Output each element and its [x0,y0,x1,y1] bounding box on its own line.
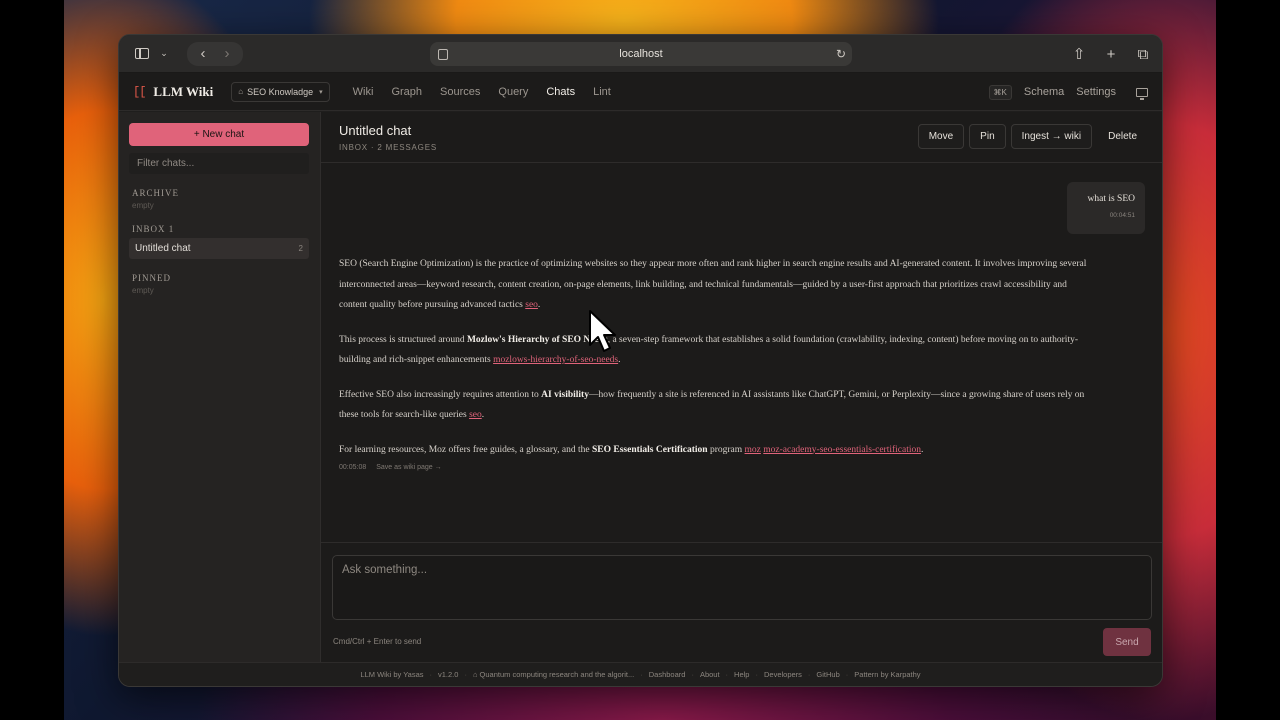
assistant-message: SEO (Search Engine Optimization) is the … [339,254,1089,474]
footer-credit[interactable]: LLM Wiki by Yasas [360,670,423,679]
tab-chats[interactable]: Chats [537,73,584,111]
forward-icon[interactable]: › [217,43,237,65]
answer-text: program [709,444,743,455]
new-tab-icon[interactable]: + [1102,43,1120,65]
footer-karpathy-link[interactable]: Pattern by Karpathy [854,670,920,679]
save-as-wiki-link[interactable]: Save as wiki page → [376,464,441,471]
answer-text: This process is structured around [339,334,465,345]
user-message: what is SEO 00:04:51 [1067,182,1145,234]
mouse-cursor-icon [589,310,616,352]
composer-hint: Cmd/Ctrl + Enter to send [333,637,422,646]
answer-bold-text: Mozlow's Hierarchy of SEO Needs [466,334,608,345]
message-input[interactable] [332,555,1152,620]
app-footer: LLM Wiki by Yasas · v1.2.0 · ⌂ Quantum com… [119,662,1162,686]
delete-button[interactable]: Delete [1097,124,1148,149]
tab-query[interactable]: Query [489,73,537,111]
answer-paragraph-4: For learning resources, Moz offers free … [339,444,924,455]
app-name[interactable]: LLM Wiki [153,84,213,100]
footer-dashboard-link[interactable]: Dashboard [649,670,686,679]
group-empty-pinned: empty [132,286,154,295]
new-chat-button[interactable]: + New chat [129,123,309,146]
browser-window: ⌄ ‹ › localhost ↻ ⇧ + ⧉ [[ LLM Wiki ⌂ SE… [118,34,1163,687]
browser-toolbar: ⌄ ‹ › localhost ↻ ⇧ + ⧉ [119,35,1162,73]
chat-item-label: Untitled chat [135,243,191,254]
footer-help-link[interactable]: Help [734,670,749,679]
answer-text: SEO (Search Engine Optimization) is the … [339,259,1087,310]
logo-icon: [[ [133,84,146,99]
user-message-time: 00:04:51 [1109,212,1135,219]
display-icon[interactable] [1136,87,1148,100]
answer-bold-text: AI visibility [541,389,589,400]
address-bar[interactable]: localhost ↻ [430,42,852,66]
chevron-down-icon[interactable]: ⌄ [157,43,171,65]
user-message-text: what is SEO [1087,194,1136,204]
url-text: localhost [619,48,663,60]
citation-link[interactable]: seo [525,300,538,310]
back-icon[interactable]: ‹ [193,43,213,65]
history-nav: ‹ › [187,41,243,66]
footer-version: v1.2.0 [438,670,459,679]
chat-item-count: 2 [298,244,303,253]
tabs-icon[interactable]: ⧉ [1134,43,1152,65]
group-title-archive[interactable]: ARCHIVE [129,188,310,198]
ingest-button[interactable]: Ingest → wiki [1010,124,1093,149]
assistant-message-time: 00:05:08 [339,464,367,471]
footer-github-link[interactable]: GitHub [816,670,839,679]
chat-sidebar: + New chat ARCHIVE empty INBOX 1 Untitle… [119,112,321,662]
answer-bold-text: SEO Essentials Certification [592,444,708,455]
chat-panel: Untitled chat INBOX · 2 MESSAGES Move Pi… [321,112,1162,662]
group-empty-archive: empty [132,201,154,210]
letterbox-right [1216,0,1280,720]
chat-list-item[interactable]: Untitled chat 2 [129,238,309,259]
answer-paragraph-2: This process is structured around Mozlow… [339,334,1078,366]
share-icon[interactable]: ⇧ [1070,43,1088,65]
tab-graph[interactable]: Graph [382,73,431,111]
letterbox-left [0,0,64,720]
move-button[interactable]: Move [917,124,965,149]
footer-developers-link[interactable]: Developers [764,670,802,679]
tab-sources[interactable]: Sources [431,73,489,111]
citation-link[interactable]: moz [745,445,761,455]
footer-about-link[interactable]: About [700,670,720,679]
citation-link[interactable]: mozlows-hierarchy-of-seo-needs [493,355,618,365]
chevron-down-icon: ▾ [319,88,323,96]
answer-text: For learning resources, Moz offers free … [339,444,590,455]
chat-header: Untitled chat INBOX · 2 MESSAGES Move Pi… [321,112,1162,163]
message-list: what is SEO 00:04:51 SEO (Search Engine … [321,164,1162,541]
composer-area: Cmd/Ctrl + Enter to send Send [321,542,1162,662]
settings-link[interactable]: Settings [1076,86,1116,98]
footer-active-project[interactable]: ⌂ Quantum computing research and the alg… [473,670,634,679]
main-nav: Wiki Graph Sources Query Chats Lint [344,73,620,111]
answer-text: Effective SEO also increasingly requires… [339,389,539,400]
tab-lint[interactable]: Lint [584,73,620,111]
citation-link[interactable]: seo [469,410,482,420]
citation-link[interactable]: moz-academy-seo-essentials-certification [763,445,921,455]
page-icon [438,48,448,60]
filter-chats-input[interactable] [129,153,309,174]
home-icon: ⌂ [238,87,244,96]
answer-paragraph-1: SEO (Search Engine Optimization) is the … [339,259,1087,310]
group-title-inbox[interactable]: INBOX 1 [129,224,310,234]
app-header: [[ LLM Wiki ⌂ SEO Knowladge ▾ Wiki Graph… [119,73,1162,111]
knowledge-base-select[interactable]: ⌂ SEO Knowladge ▾ [231,81,330,102]
sidebar-icon[interactable] [131,43,153,65]
pin-button[interactable]: Pin [969,124,1006,149]
schema-link[interactable]: Schema [1024,86,1064,98]
tab-wiki[interactable]: Wiki [344,73,383,111]
group-title-pinned[interactable]: PINNED [129,273,310,283]
reload-icon[interactable]: ↻ [836,47,846,61]
assistant-message-footer: 00:05:08 Save as wiki page → [339,464,442,471]
knowledge-base-name: SEO Knowladge [247,86,314,97]
send-button[interactable]: Send [1103,628,1151,656]
command-palette-shortcut[interactable]: ⌘K [988,84,1012,100]
answer-paragraph-3: Effective SEO also increasingly requires… [339,389,1085,421]
